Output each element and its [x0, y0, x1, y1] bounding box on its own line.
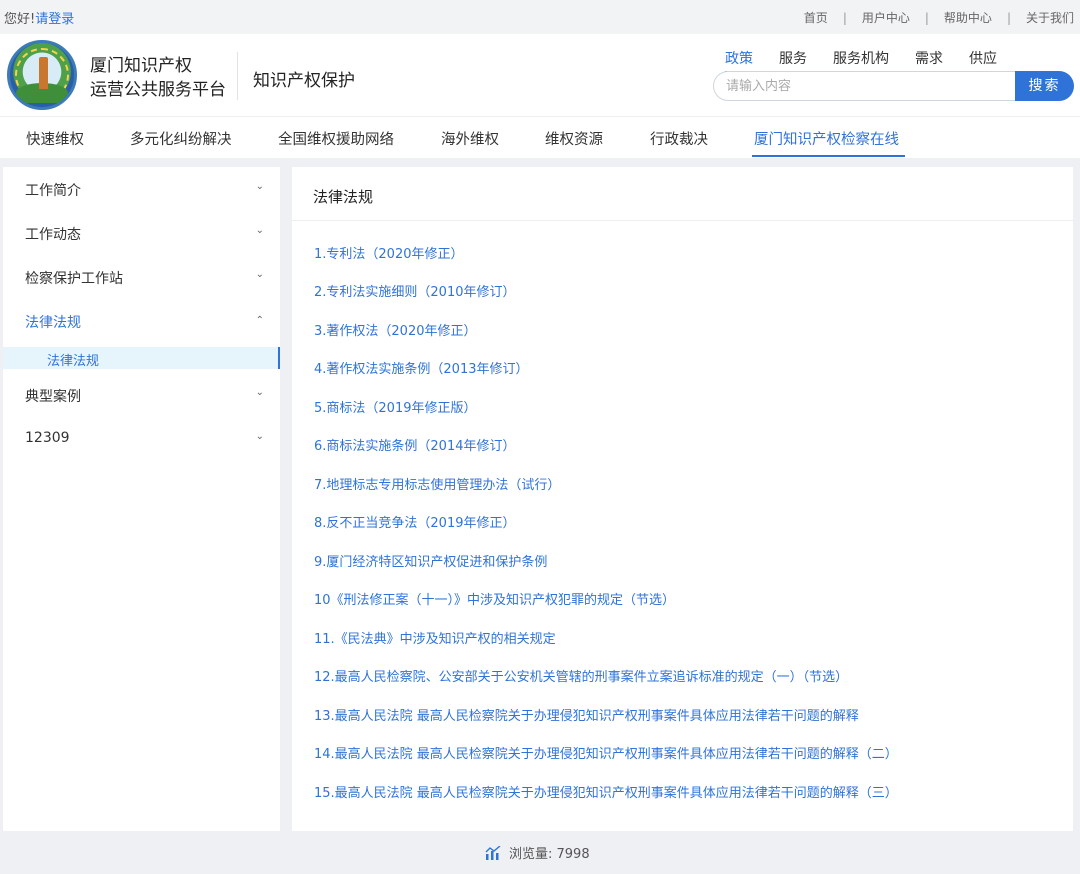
- law-link[interactable]: 5.商标法（2019年修正版）: [314, 397, 477, 416]
- law-link[interactable]: 13.最高人民法院 最高人民检察院关于办理侵犯知识产权刑事案件具体应用法律若干问…: [314, 705, 859, 724]
- law-link[interactable]: 2.专利法实施细则（2010年修订）: [314, 281, 516, 300]
- login-link[interactable]: 请登录: [35, 12, 74, 27]
- chevron-down-icon: ⌄: [255, 387, 264, 398]
- header-divider: [237, 52, 238, 100]
- nav-administrative-ruling[interactable]: 行政裁决: [650, 128, 708, 149]
- top-bar: 您好!请登录 首页 | 用户中心 | 帮助中心 | 关于我们: [0, 0, 1080, 34]
- sidebar-item-label: 典型案例: [25, 389, 81, 405]
- section-subtitle: 知识产权保护: [253, 71, 355, 91]
- sidebar-item-label: 检察保护工作站: [25, 271, 123, 287]
- chevron-up-icon: ⌃: [255, 315, 264, 326]
- nav-procuratorate-online[interactable]: 厦门知识产权检察在线: [754, 128, 899, 149]
- chevron-down-icon: ⌄: [255, 225, 264, 236]
- tab-service-agency[interactable]: 服务机构: [833, 48, 889, 73]
- sidebar-item-label: 工作动态: [25, 227, 81, 243]
- chevron-down-icon: ⌄: [255, 431, 264, 442]
- title-divider: [292, 220, 1073, 221]
- nav-rights-resources[interactable]: 维权资源: [545, 128, 603, 149]
- tab-policy[interactable]: 政策: [725, 48, 753, 73]
- separator: |: [842, 10, 847, 25]
- about-us-link[interactable]: 关于我们: [1026, 9, 1074, 26]
- brand-line-1: 厦门知识产权: [90, 56, 192, 76]
- home-link[interactable]: 首页: [804, 9, 828, 26]
- sidebar-item-work-news[interactable]: 工作动态 ⌄: [3, 211, 280, 255]
- sidebar-item-12309[interactable]: 12309 ⌄: [3, 417, 280, 461]
- page-title: 法律法规: [313, 188, 374, 206]
- brand-name: 厦门知识产权 运营公共服务平台: [90, 54, 226, 102]
- law-link[interactable]: 15.最高人民法院 最高人民检察院关于办理侵犯知识产权刑事案件具体应用法律若干问…: [314, 782, 898, 801]
- law-link[interactable]: 4.著作权法实施条例（2013年修订）: [314, 358, 529, 377]
- nav-assistance-network[interactable]: 全国维权援助网络: [278, 128, 394, 149]
- logo-tower: [39, 57, 48, 89]
- sidebar-item-typical-cases[interactable]: 典型案例 ⌄: [3, 373, 280, 417]
- separator: |: [924, 10, 929, 25]
- sidebar-item-workstation[interactable]: 检察保护工作站 ⌄: [3, 255, 280, 299]
- law-link[interactable]: 8.反不正当竞争法（2019年修正）: [314, 512, 516, 531]
- view-count-text: 浏览量: 7998: [509, 847, 590, 862]
- chevron-down-icon: ⌄: [255, 181, 264, 192]
- content-panel: 法律法规 1.专利法（2020年修正） 2.专利法实施细则（2010年修订） 3…: [292, 167, 1073, 831]
- header: 厦门知识产权 运营公共服务平台 知识产权保护 政策 服务 服务机构 需求 供应 …: [0, 34, 1080, 116]
- nav-dispute-resolution[interactable]: 多元化纠纷解决: [130, 128, 232, 149]
- search-button[interactable]: 搜索: [1015, 71, 1074, 101]
- footer: 浏览量: 7998: [0, 836, 1080, 866]
- user-center-link[interactable]: 用户中心: [862, 9, 910, 26]
- main-nav: 快速维权 多元化纠纷解决 全国维权援助网络 海外维权 维权资源 行政裁决 厦门知…: [0, 116, 1080, 158]
- nav-overseas-rights[interactable]: 海外维权: [441, 128, 499, 149]
- chart-icon: [485, 845, 501, 860]
- header-tabs: 政策 服务 服务机构 需求 供应: [725, 48, 1023, 73]
- chevron-down-icon: ⌄: [255, 269, 264, 280]
- sidebar-item-laws[interactable]: 法律法规 ⌃: [3, 299, 280, 343]
- greeting-text: 您好!: [4, 12, 36, 27]
- top-links: 首页 | 用户中心 | 帮助中心 | 关于我们: [804, 9, 1074, 26]
- tab-supply[interactable]: 供应: [969, 48, 997, 73]
- brand-line-2: 运营公共服务平台: [90, 80, 226, 100]
- law-link[interactable]: 9.厦门经济特区知识产权促进和保护条例: [314, 551, 547, 570]
- separator: |: [1006, 10, 1011, 25]
- law-link[interactable]: 12.最高人民检察院、公安部关于公安机关管辖的刑事案件立案追诉标准的规定（一）（…: [314, 666, 848, 685]
- search-input[interactable]: [713, 71, 1019, 101]
- nav-quick-rights[interactable]: 快速维权: [26, 128, 84, 149]
- view-counter: 浏览量: 7998: [485, 843, 590, 862]
- sidebar: 工作简介 ⌄ 工作动态 ⌄ 检察保护工作站 ⌄ 法律法规 ⌃ 法律法规 典型案例…: [3, 167, 280, 831]
- law-link[interactable]: 10《刑法修正案（十一）》中涉及知识产权犯罪的规定（节选）: [314, 589, 675, 608]
- search-box: 搜索: [713, 71, 1074, 101]
- tab-demand[interactable]: 需求: [915, 48, 943, 73]
- sidebar-subitem-label: 法律法规: [47, 354, 100, 369]
- tab-service[interactable]: 服务: [779, 48, 807, 73]
- sidebar-item-work-intro[interactable]: 工作简介 ⌄: [3, 167, 280, 211]
- sidebar-item-label: 12309: [25, 430, 70, 446]
- law-link[interactable]: 14.最高人民法院 最高人民检察院关于办理侵犯知识产权刑事案件具体应用法律若干问…: [314, 743, 898, 762]
- active-nav-underline: [752, 155, 905, 157]
- law-link[interactable]: 3.著作权法（2020年修正）: [314, 320, 477, 339]
- platform-logo[interactable]: [7, 40, 77, 110]
- law-link[interactable]: 6.商标法实施条例（2014年修订）: [314, 435, 516, 454]
- law-link[interactable]: 7.地理标志专用标志使用管理办法（试行）: [314, 474, 560, 493]
- law-link[interactable]: 1.专利法（2020年修正）: [314, 243, 464, 262]
- sidebar-subitem-laws[interactable]: 法律法规: [3, 347, 280, 369]
- greeting: 您好!请登录: [4, 8, 74, 27]
- sidebar-item-label: 法律法规: [25, 315, 81, 331]
- law-link[interactable]: 11.《民法典》中涉及知识产权的相关规定: [314, 628, 556, 647]
- sidebar-item-label: 工作简介: [25, 183, 81, 199]
- help-center-link[interactable]: 帮助中心: [944, 9, 992, 26]
